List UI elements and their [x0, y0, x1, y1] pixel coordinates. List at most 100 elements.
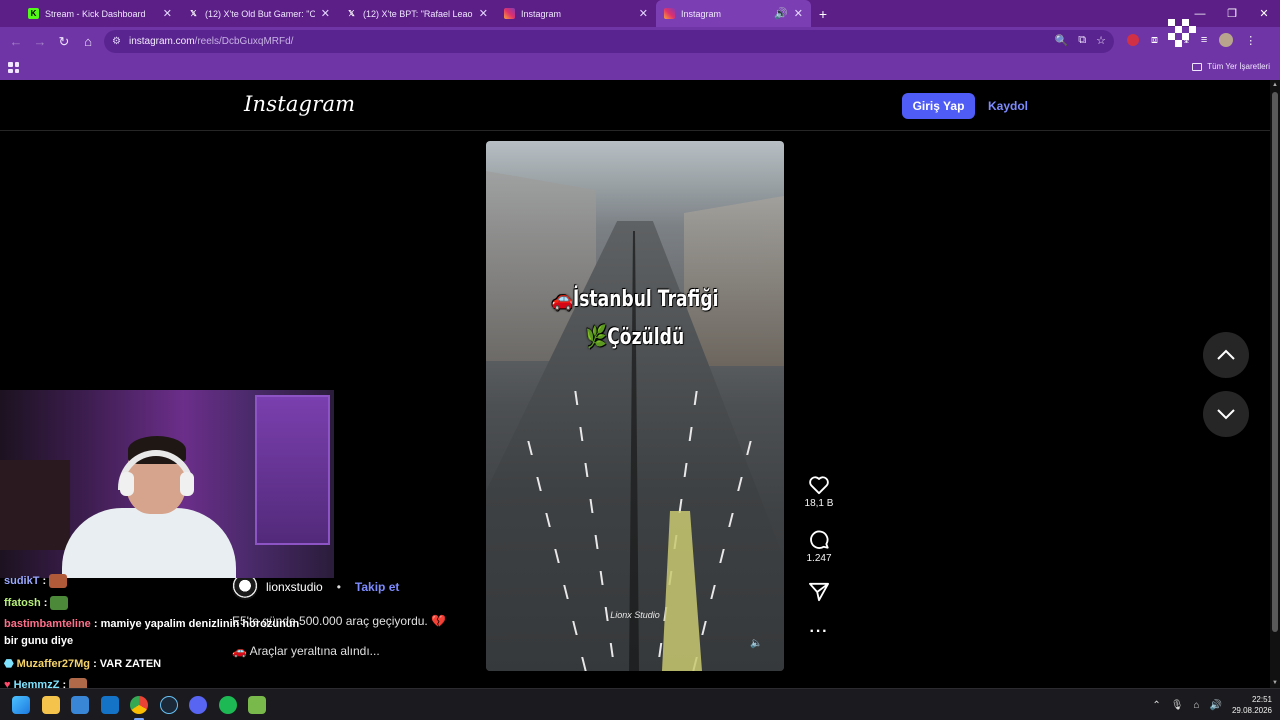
checkerboard-logo	[1168, 19, 1196, 47]
heart-icon[interactable]	[808, 475, 830, 495]
login-button[interactable]: Giriş Yap	[902, 93, 975, 119]
new-tab-button[interactable]: +	[811, 6, 835, 22]
clock[interactable]: 22:51 29.08.2026	[1232, 694, 1272, 716]
signup-link[interactable]: Kaydol	[988, 99, 1028, 113]
chevron-up-icon	[1217, 349, 1235, 360]
comment-icon[interactable]	[808, 528, 830, 550]
discord-icon[interactable]	[189, 696, 207, 714]
apps-icon[interactable]	[8, 62, 19, 73]
minimize-icon[interactable]: —	[1184, 8, 1216, 20]
close-icon[interactable]: ✕	[479, 7, 488, 20]
pepe-emote-icon	[50, 596, 69, 610]
light-panel	[255, 395, 330, 545]
chevron-down-icon	[1217, 409, 1235, 420]
tab-kick[interactable]: K Stream - Kick Dashboard ✕	[0, 0, 180, 27]
tab-instagram-1[interactable]: Instagram ✕	[496, 0, 656, 27]
reload-icon[interactable]: ↻	[52, 34, 76, 50]
bookmark-star-icon[interactable]: ☆	[1096, 34, 1106, 47]
chrome-icon[interactable]	[130, 696, 148, 714]
chat-username: sudikT	[4, 574, 40, 587]
zoom-icon[interactable]: 🔍	[1055, 34, 1069, 47]
chat-message: sudikT :	[4, 574, 68, 588]
home-icon[interactable]: ⌂	[76, 34, 100, 49]
close-icon[interactable]: ✕	[794, 7, 803, 20]
system-tray: ⌃ 🎙 ⌂ 🔊 22:51 29.08.2026	[1152, 689, 1272, 720]
scrollbar-thumb[interactable]	[1272, 92, 1278, 632]
chat-username: Muzaffer27Mg	[16, 658, 91, 670]
close-icon[interactable]: ✕	[639, 7, 648, 20]
follow-button[interactable]: Takip et	[355, 580, 399, 594]
menu-icon[interactable]: ⋮	[1245, 34, 1256, 47]
volume-icon[interactable]: 🔊	[1210, 700, 1222, 711]
shelf	[0, 460, 70, 550]
more-icon[interactable]: ···	[800, 623, 838, 641]
scroll-down-icon[interactable]: ▼	[1270, 680, 1280, 686]
all-bookmarks[interactable]: Tüm Yer İşaretleri	[1192, 62, 1270, 71]
like-count: 18,1 B	[804, 498, 834, 509]
chat-text: bir gunu diye	[4, 635, 74, 647]
tab-x-1[interactable]: 𝕏 (12) X'te Old But Gamer: "Oğuz ✕	[180, 0, 338, 27]
headphone-cup	[120, 472, 134, 496]
next-reel-button[interactable]	[1203, 391, 1249, 437]
omnibox-actions: 🔍 ⧉ ☆	[1055, 34, 1106, 47]
screen: K Stream - Kick Dashboard ✕ 𝕏 (12) X'te …	[0, 0, 1280, 720]
reel-watermark: Lionx Studio	[610, 610, 660, 620]
chat-message: bastimbamteline : mamiye yapalim denizli…	[4, 618, 299, 630]
cast-icon[interactable]: ⧉	[1078, 34, 1086, 47]
extension-icon[interactable]	[1127, 34, 1139, 46]
chat-text: : VAR ZATEN	[90, 658, 162, 670]
windows-start-icon[interactable]	[12, 696, 30, 714]
scroll-up-icon[interactable]: ▲	[1270, 82, 1280, 88]
instagram-logo[interactable]: Instagram	[244, 92, 355, 116]
forward-icon[interactable]: →	[28, 34, 52, 49]
tab-strip: K Stream - Kick Dashboard ✕ 𝕏 (12) X'te …	[0, 0, 1280, 27]
author-username[interactable]: lionxstudio	[266, 580, 323, 594]
chevron-up-icon[interactable]: ⌃	[1152, 700, 1160, 711]
taskbar: ⌃ 🎙 ⌂ 🔊 22:51 29.08.2026	[0, 688, 1280, 720]
profile-avatar[interactable]	[1219, 33, 1234, 47]
address-bar[interactable]: ⚙ instagram.com/reels/DcbGuxqMRFd/ 🔍 ⧉ ☆	[104, 30, 1114, 53]
chat-message: ffatosh :	[4, 596, 69, 610]
sound-icon[interactable]: 🔈	[750, 638, 762, 649]
x-icon: 𝕏	[190, 9, 197, 18]
window-close-icon[interactable]: ✕	[1248, 7, 1280, 20]
send-icon[interactable]	[808, 582, 830, 602]
speaker-icon[interactable]: 🔊	[774, 7, 788, 20]
tab-x-2[interactable]: 𝕏 (12) X'te BPT: "Rafael Leao, Gala ✕	[338, 0, 496, 27]
reel-video[interactable]: 🚗İstanbul Trafiği 🌿Çözüldü Lionx Studio …	[486, 141, 784, 671]
maximize-icon[interactable]: ❐	[1216, 7, 1248, 20]
instagram-header: Instagram Giriş Yap Kaydol	[0, 80, 1270, 131]
chat-text: :	[39, 574, 47, 587]
app-icon[interactable]	[248, 696, 266, 714]
toolbar: ← → ↻ ⌂ ⚙ instagram.com/reels/DcbGuxqMRF…	[0, 27, 1280, 56]
back-icon[interactable]: ←	[4, 34, 28, 49]
puzzle-icon[interactable]: ⧈	[1151, 34, 1158, 47]
caption-line-2: 🚗 Araçlar yeraltına alındı...	[232, 644, 380, 658]
outlook-icon[interactable]	[101, 696, 119, 714]
webcam-overlay	[0, 390, 334, 578]
microphone-icon[interactable]: 🎙	[1171, 700, 1184, 711]
steam-icon[interactable]	[160, 696, 178, 714]
instagram-icon	[664, 8, 675, 19]
tab-instagram-2[interactable]: Instagram 🔊 ✕	[656, 0, 811, 27]
previous-reel-button[interactable]	[1203, 332, 1249, 378]
store-icon[interactable]	[71, 696, 89, 714]
comment-action: 1.247	[800, 528, 838, 564]
tab-search-icon[interactable]: ≡	[1201, 34, 1207, 46]
kick-icon: K	[28, 8, 39, 19]
window-controls: — ❐ ✕	[1184, 0, 1280, 27]
headphone-cup	[180, 472, 194, 496]
close-icon[interactable]: ✕	[163, 7, 172, 20]
file-explorer-icon[interactable]	[42, 696, 60, 714]
all-bookmarks-label: Tüm Yer İşaretleri	[1207, 62, 1270, 71]
site-info-icon[interactable]: ⚙	[112, 36, 121, 47]
chat-username: bastimbamteline	[4, 618, 91, 630]
streamer-shirt	[62, 508, 236, 578]
network-icon[interactable]: ⌂	[1193, 700, 1199, 711]
spotify-icon[interactable]	[219, 696, 237, 714]
page-scrollbar[interactable]: ▲ ▼	[1270, 80, 1280, 688]
folder-icon	[1192, 62, 1203, 71]
clock-time: 22:51	[1251, 695, 1272, 704]
close-icon[interactable]: ✕	[321, 7, 330, 20]
instagram-icon	[504, 8, 515, 19]
